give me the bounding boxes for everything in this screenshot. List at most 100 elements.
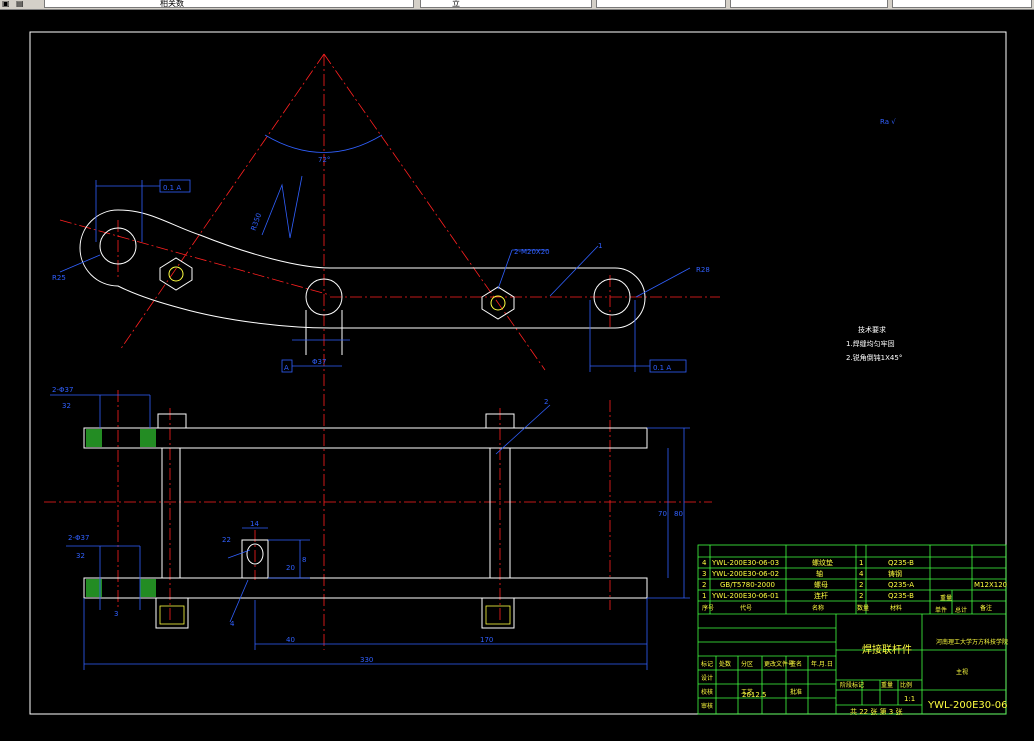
bom-name: 轴	[816, 569, 823, 578]
tb-date: 2012.5	[742, 691, 767, 699]
bom-qty: 1	[859, 559, 863, 567]
bom-row: 4 YWL-200E30-06-03 螺纹垫 1 Q235-B	[702, 558, 914, 567]
datum-a: A	[284, 364, 289, 372]
tb-label-sign: 签名	[790, 660, 802, 668]
cad-drawing[interactable]: 72° R25 R28 2-M20X20 1 A Φ37 R350 0.1 A …	[0, 10, 1034, 737]
bom-material: 铸钢	[888, 569, 902, 578]
slot-dim-side: 22	[222, 536, 231, 544]
save-icon[interactable]: ▤	[16, 0, 28, 8]
left-hole-callout-bottom-sub: 32	[76, 552, 85, 560]
tb-label-date: 年.月.日	[811, 660, 833, 668]
linetype-combo[interactable]: 立	[420, 0, 592, 8]
tb-label-design: 设计	[701, 674, 713, 682]
right-radius-dim: R28	[696, 266, 710, 274]
tb-sheet-info: 共 22 张 第 3 张	[850, 707, 903, 716]
bom-code: YWL-200E30-06-03	[711, 559, 779, 567]
bom-header-name: 名称	[812, 604, 824, 612]
dim-170: 170	[480, 636, 493, 644]
tb-label-check: 校核	[701, 688, 713, 696]
bom-qty: 2	[859, 581, 863, 589]
left-hole-callout-top: 2-Φ37	[52, 386, 73, 394]
diameter-dim: Φ37	[312, 358, 326, 366]
bom-header-no: 序号	[702, 604, 714, 612]
bom-material: Q235-A	[888, 581, 914, 589]
bom-name: 螺纹垫	[812, 558, 833, 567]
weld-hatch	[86, 429, 156, 597]
tolerance-frames	[159, 179, 687, 373]
bom-row: 2 GB/T5780-2000 螺母 2 Q235-A M12X120	[702, 580, 1007, 589]
bom-code: YWL-200E30-06-02	[711, 570, 779, 578]
tb-scale-label: 比例	[900, 681, 912, 689]
note-2: 2.锐角倒钝1X45°	[846, 353, 902, 362]
tb-drawing-type: 主视	[956, 668, 968, 676]
tb-label-count: 处数	[719, 660, 731, 668]
dim-330: 330	[360, 656, 373, 664]
tolerance-top: 0.1 A	[163, 184, 181, 192]
bom-header-qty: 数量	[857, 604, 869, 612]
leader-2: 2	[544, 398, 548, 406]
tb-label-review: 审核	[701, 702, 713, 710]
dim-height-1: 70	[658, 510, 667, 518]
notes-title: 技术要求	[858, 325, 886, 334]
bom-header-material: 材料	[890, 604, 902, 612]
technical-notes: 技术要求 1.焊缝均匀牢固 2.锐角倒钝1X45°	[846, 325, 902, 362]
bom-row: 1 YWL-200E30-06-01 连杆 2 Q235-B	[702, 591, 914, 600]
left-hole-callout-bottom: 2-Φ37	[68, 534, 89, 542]
hole-callout: 2-M20X20	[514, 248, 550, 256]
bom-note: M12X120	[974, 581, 1007, 589]
bom-no: 1	[702, 592, 706, 600]
leader-1: 1	[598, 242, 602, 250]
bom-material: Q235-B	[888, 559, 914, 567]
roughness-mark: Ra √	[880, 118, 896, 126]
bom-header-total: 总计	[955, 606, 967, 614]
tb-stage-mark: 阶段标记	[840, 681, 864, 689]
bom-row: 3 YWL-200E30-06-02 轴 4 铸钢	[702, 569, 902, 578]
left-hole-callout-top-sub: 32	[62, 402, 71, 410]
tb-scale: 1:1	[904, 695, 915, 703]
slot-dim-top: 14	[250, 520, 259, 528]
tb-label-mark: 标记	[701, 660, 713, 668]
bom-name: 螺母	[814, 580, 828, 589]
front-view	[83, 413, 648, 629]
tb-weight: 重量	[881, 681, 893, 689]
slot-dim-height: 8	[302, 556, 306, 564]
bom-header-note: 备注	[980, 604, 992, 612]
bom-code: GB/T5780-2000	[720, 581, 775, 589]
slot-dim-left: 20	[286, 564, 295, 572]
app-icon[interactable]: ▣	[2, 0, 12, 8]
leader-4: 4	[230, 620, 235, 628]
tb-label-zone: 分区	[741, 660, 753, 668]
angle-dim: 72°	[318, 156, 330, 164]
tb-drawing-no: YWL-200E30-06	[927, 700, 1007, 711]
arc-radius-dim: R350	[250, 212, 264, 232]
bom-rows: 4 YWL-200E30-06-03 螺纹垫 1 Q235-B 3 YWL-20…	[702, 558, 1007, 614]
drawing-canvas[interactable]: 72° R25 R28 2-M20X20 1 A Φ37 R350 0.1 A …	[0, 10, 1034, 737]
bom-qty: 2	[859, 592, 863, 600]
link-top-view	[79, 209, 646, 355]
dim-40: 40	[286, 636, 295, 644]
layer-combo[interactable]: 相关数	[44, 0, 414, 8]
linetype-combo-value: 立	[452, 0, 460, 8]
leader-3: 3	[114, 610, 118, 618]
toolbar: ▣ ▤ 相关数 立	[0, 0, 1034, 10]
tb-label-approve: 批准	[790, 688, 802, 696]
bom-material: Q235-B	[888, 592, 914, 600]
bom-header-single: 单件	[935, 606, 947, 614]
tolerance-right: 0.1 A	[653, 364, 671, 372]
dimension-texts-top: 72° R25 R28 2-M20X20 1 A Φ37 R350 0.1 A …	[52, 118, 896, 372]
tb-part-name: 焊接联杆件	[862, 643, 912, 656]
dimensions-top	[59, 134, 691, 372]
bom-no: 3	[702, 570, 706, 578]
bom-name: 连杆	[814, 591, 828, 600]
bom-code: YWL-200E30-06-01	[711, 592, 779, 600]
bom-header-weight: 重量	[940, 594, 952, 602]
bom-qty: 4	[859, 570, 864, 578]
left-radius-dim: R25	[52, 274, 66, 282]
bom-header-code: 代号	[740, 604, 752, 612]
plotstyle-combo[interactable]	[892, 0, 1032, 8]
color-combo[interactable]	[730, 0, 888, 8]
note-1: 1.焊缝均匀牢固	[846, 339, 895, 348]
lineweight-combo[interactable]	[596, 0, 726, 8]
center-lines	[44, 53, 720, 650]
layer-combo-value: 相关数	[160, 0, 184, 8]
